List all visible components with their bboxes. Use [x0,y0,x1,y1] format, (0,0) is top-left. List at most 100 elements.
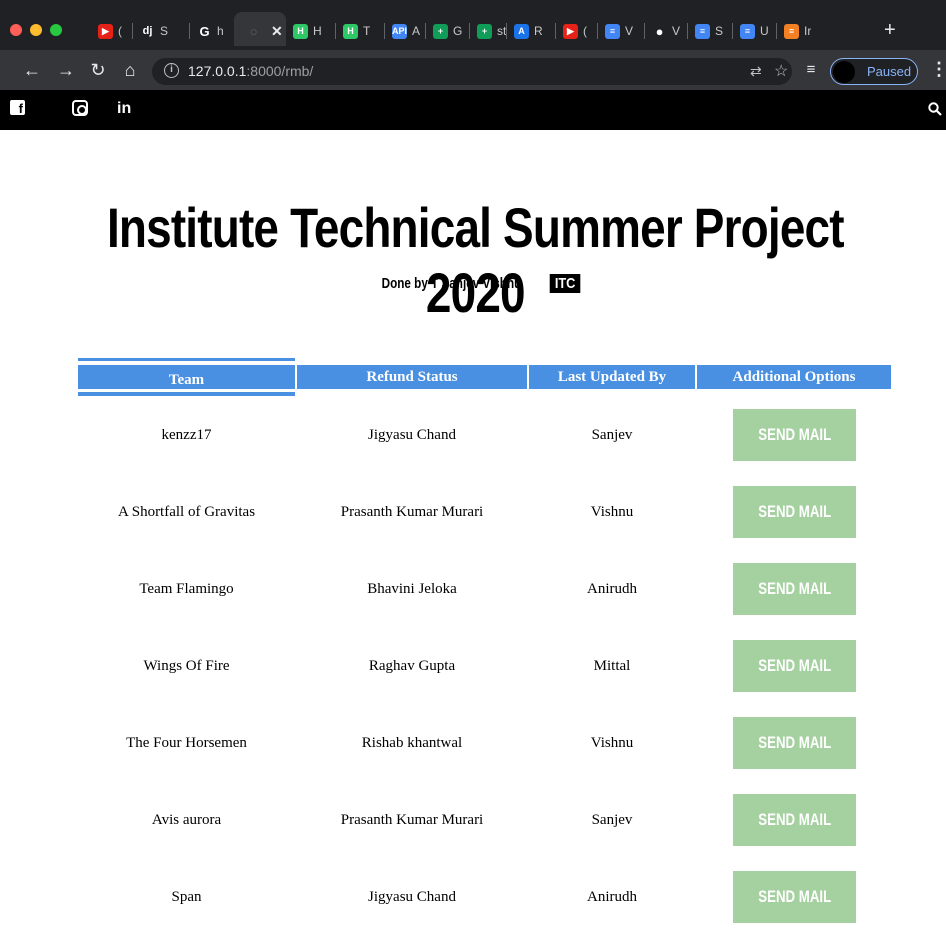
facebook-icon[interactable]: f [10,100,25,116]
browser-toolbar: ← → ↻ ⌂ i 127.0.0.1:8000/rmb/ ⇄ ☆ ≡ Paus… [0,50,946,90]
tab-title: T [363,24,371,38]
send-mail-button[interactable]: SEND MAIL [733,871,856,923]
table-row: Avis aurora Prasanth Kumar Murari Sanjev SE… [0,794,946,871]
column-header-additional-options: Additional Options [697,365,891,389]
tab-title: V [672,24,681,38]
api-icon: API [392,23,407,39]
refund-status-cell: Raghav Gupta [368,658,456,674]
send-mail-button[interactable]: SEND MAIL [733,794,856,846]
tab-separator [644,23,645,39]
social-bar: f in [0,90,946,130]
bookmark-star-icon[interactable]: ☆ [774,61,788,81]
table-row: Team Flamingo Bhavini Jeloka Anirudh SEND M… [0,563,946,640]
docs-icon: ≡ [740,23,755,39]
column-header-team[interactable]: Team [78,365,295,389]
team-cell: Avis aurora [151,812,222,828]
team-cell: A Shortfall of Gravitas [117,504,256,520]
last-updated-by-cell: Vishnu [590,504,634,520]
avatar [833,61,855,83]
linkedin-icon[interactable]: in [117,100,131,118]
refund-status-cell: Jigyasu Chand [368,427,456,443]
byline: Done by T Sanjev Vishnu ITC [0,274,946,293]
instagram-icon[interactable] [72,100,88,116]
more-menu-icon[interactable]: ⋮ [930,59,946,80]
browser-tab[interactable]: ≡ S [695,22,723,40]
send-mail-label: SEND MAIL [758,579,831,598]
browser-tab[interactable]: ▶( [98,22,122,40]
site-info-icon[interactable]: i [164,63,179,78]
team-cell: Wings Of Fire [143,658,230,674]
profile-button[interactable]: Paused [830,58,918,85]
table-header: Team Refund Status Last Updated By Addit… [0,358,946,398]
github-icon: ● [652,23,667,39]
tab-title: S [715,24,724,38]
close-window-icon[interactable] [10,24,22,36]
browser-tab[interactable]: dj S [140,22,168,40]
browser-tab[interactable]: ▶( [563,22,587,40]
tab-title: st [497,24,507,38]
last-updated-by-cell: Mittal [593,658,631,674]
last-updated-by-cell: Vishnu [590,735,634,751]
hackerrank-icon: H [293,23,308,39]
last-updated-by-cell: Sanjev [591,812,633,828]
browser-tab[interactable]: HH [293,22,322,40]
table-row: kenzz17 Jigyasu Chand Sanjev SEND MAIL [0,409,946,486]
browser-chrome: ▶(dj S Gh ○ ✕ H H H T API A + G + st A R ▶(≡ V ● V ≡ S ≡ U ≡ Ir + … [0,0,946,90]
browser-tab[interactable]: ● V [652,22,680,40]
docs-icon: ≡ [605,23,620,39]
maximize-window-icon[interactable] [50,24,62,36]
new-tab-button[interactable]: + [884,20,896,40]
tab-title: A [412,24,421,38]
browser-tab[interactable]: HT [343,22,370,40]
table-row: Wings Of Fire Raghav Gupta Mittal SEND MAIL [0,640,946,717]
last-updated-by-cell: Sanjev [591,427,633,443]
refund-status-cell: Jigyasu Chand [368,889,456,905]
hackerrank-icon: H [343,23,358,39]
browser-tab[interactable]: API A [392,22,420,40]
browser-tab[interactable]: ≡ Ir [784,22,811,40]
address-bar[interactable]: i 127.0.0.1:8000/rmb/ ⇄ ☆ [152,58,792,85]
tab-title: ( [583,24,587,38]
table-row: A Shortfall of Gravitas Prasanth Kumar Mu… [0,486,946,563]
tab-separator [335,23,336,39]
translate-icon[interactable]: ⇄ [750,63,762,80]
google-icon: G [197,23,212,39]
send-mail-button[interactable]: SEND MAIL [733,486,856,538]
send-mail-button[interactable]: SEND MAIL [733,563,856,615]
back-icon[interactable]: ← [21,59,43,81]
reload-icon[interactable]: ↻ [87,59,109,81]
minimize-window-icon[interactable] [30,24,42,36]
tab-separator [506,23,507,39]
url-text[interactable]: 127.0.0.1:8000/rmb/ [188,63,313,79]
tab-title: ( [118,24,122,38]
send-mail-label: SEND MAIL [758,733,831,752]
send-mail-label: SEND MAIL [758,810,831,829]
close-tab-icon[interactable]: ✕ [271,23,283,40]
tab-title: Ir [804,24,812,38]
browser-tab[interactable]: ≡ U [740,22,769,40]
send-mail-button[interactable]: SEND MAIL [733,409,856,461]
home-icon[interactable]: ⌂ [119,59,141,81]
column-header-refund-status: Refund Status [297,365,527,389]
tab-separator [189,23,190,39]
a-icon: A [514,23,529,39]
browser-tab[interactable]: Gh [197,22,224,40]
globe-icon: ○ [249,23,258,39]
column-header-last-updated-by: Last Updated By [529,365,695,389]
send-mail-button[interactable]: SEND MAIL [733,640,856,692]
tab-title: U [760,24,769,38]
send-mail-label: SEND MAIL [758,425,831,444]
browser-tab[interactable]: ○ ✕ [246,22,283,40]
table-row: Span Jigyasu Chand Anirudh SEND MAIL [0,871,946,928]
tab-separator [469,23,470,39]
search-icon[interactable] [928,102,942,116]
tab-separator [776,23,777,39]
send-mail-button[interactable]: SEND MAIL [733,717,856,769]
browser-tab[interactable]: + st [477,22,506,40]
browser-tab[interactable]: ≡ V [605,22,633,40]
reading-list-icon[interactable]: ≡ [800,59,822,81]
browser-tab[interactable]: AR [514,22,543,40]
profile-status: Paused [867,64,912,79]
browser-tab[interactable]: + G [433,22,462,40]
forward-icon[interactable]: → [55,59,77,81]
